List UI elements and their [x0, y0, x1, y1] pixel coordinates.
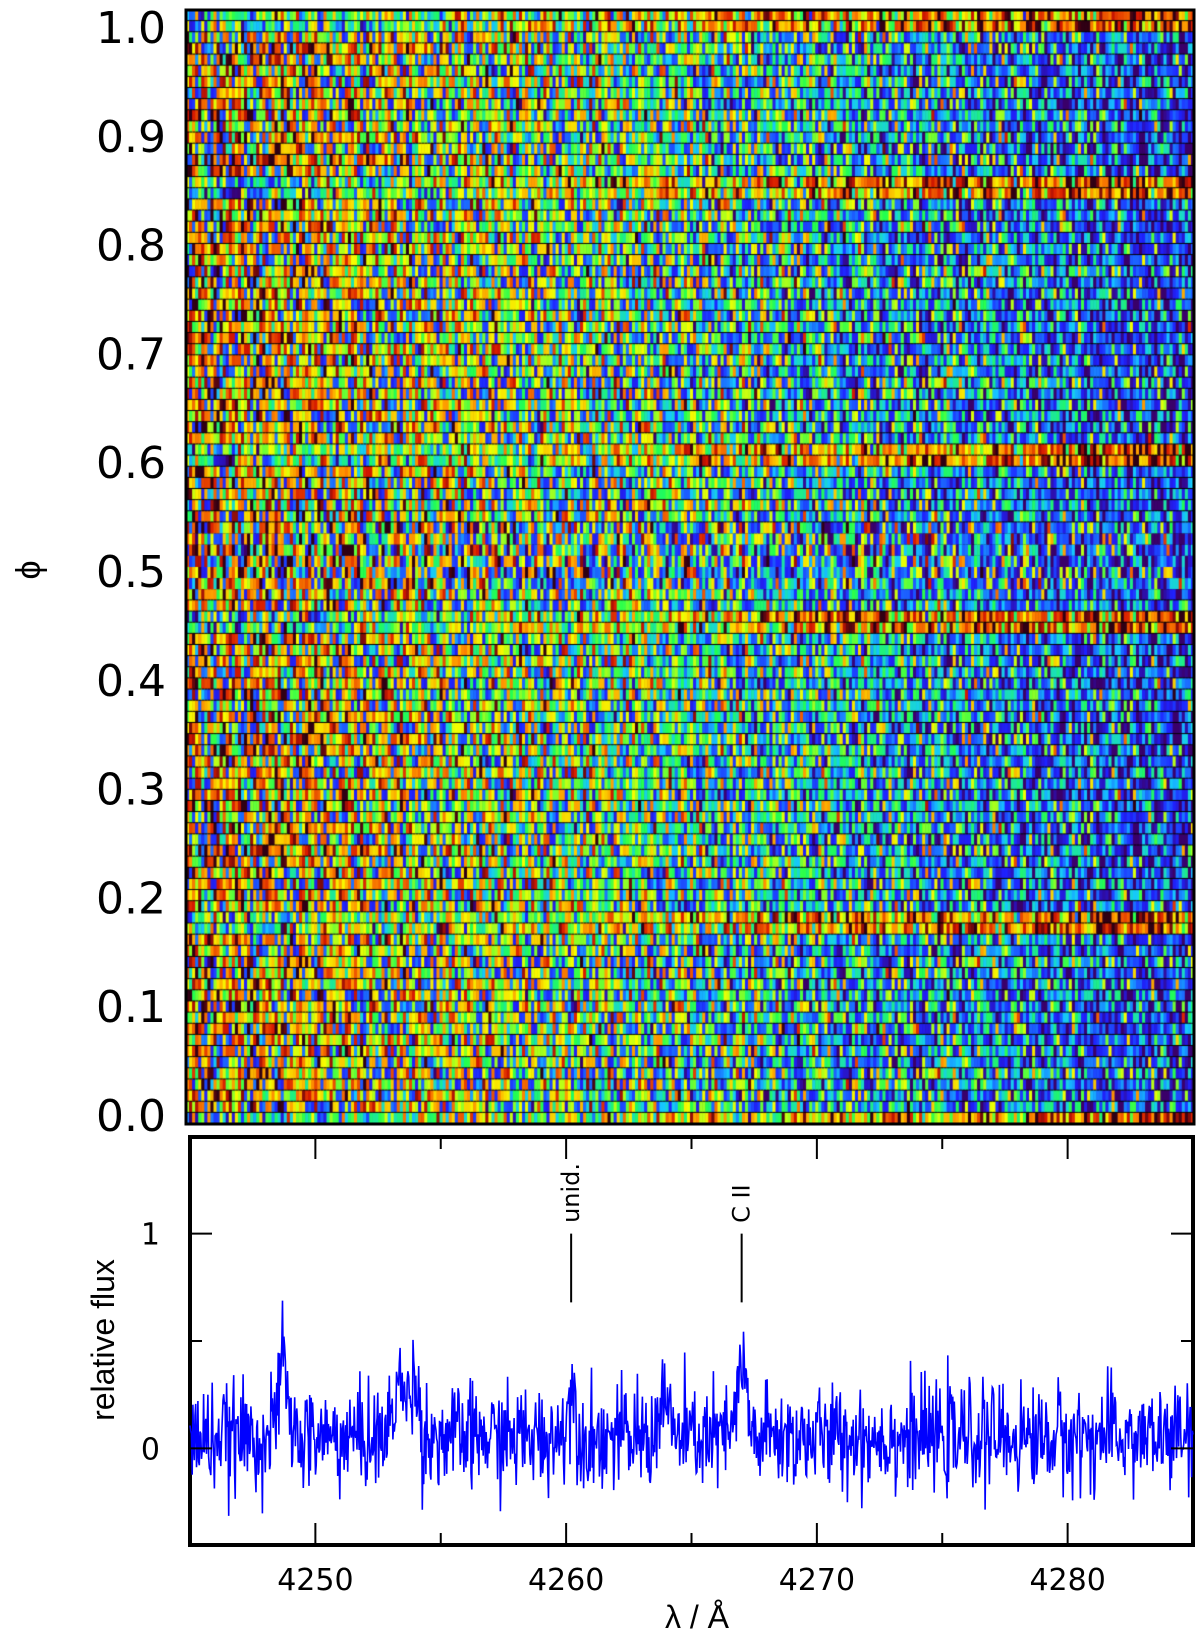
spectrum-y-tick-label: 1	[141, 1218, 160, 1253]
figure: 0.0 0.1 0.2 0.3 0.4 0.5 0.6 0.7 0.8 0.9 1.0 ϕ 4250…	[10, 3, 1196, 1635]
heatmap-y-tick-label: 0.9	[96, 112, 166, 163]
heatmap-y-tick-label: 0.6	[96, 438, 166, 489]
heatmap-rows	[184, 8, 1196, 1126]
heatmap-image	[186, 10, 1194, 1124]
spectrum-x-tick-label: 4260	[528, 1563, 604, 1598]
spectrum-x-tick-label: 4270	[779, 1563, 855, 1598]
trailed-spectra-panel: 0.0 0.1 0.2 0.3 0.4 0.5 0.6 0.7 0.8 0.9 1.0 ϕ	[10, 3, 1196, 1142]
spectrum-y-axis-label: relative flux	[85, 1259, 121, 1421]
spectrum-x-axis-label: λ / Å	[665, 1599, 730, 1635]
heatmap-y-tick-label: 0.3	[96, 765, 166, 816]
heatmap-y-axis-label: ϕ	[10, 560, 48, 579]
annotation-label: unid.	[557, 1163, 585, 1223]
heatmap-y-tick-label: 0.2	[96, 873, 166, 924]
heatmap-y-tick-label: 0.4	[96, 656, 166, 707]
heatmap-y-tick-label: 0.1	[96, 982, 166, 1033]
spectrum-x-tick-label: 4280	[1029, 1563, 1105, 1598]
heatmap-y-tick-label: 1.0	[96, 3, 166, 54]
heatmap-y-tick-label: 0.7	[96, 329, 166, 380]
heatmap-y-ticks: 0.0 0.1 0.2 0.3 0.4 0.5 0.6 0.7 0.8 0.9 1.0	[96, 3, 166, 1142]
heatmap-y-tick-label: 0.8	[96, 221, 166, 272]
heatmap-y-tick-label: 0.0	[96, 1091, 166, 1142]
spectrum-x-tick-label: 4250	[277, 1563, 353, 1598]
heatmap-y-tick-label: 0.5	[96, 547, 166, 598]
annotation-label: C II	[728, 1184, 756, 1223]
mean-spectrum-panel: 4250 4260 4270 4280 0 1 unid. C II relative f…	[85, 1135, 1195, 1635]
spectrum-y-tick-label: 0	[141, 1432, 160, 1467]
